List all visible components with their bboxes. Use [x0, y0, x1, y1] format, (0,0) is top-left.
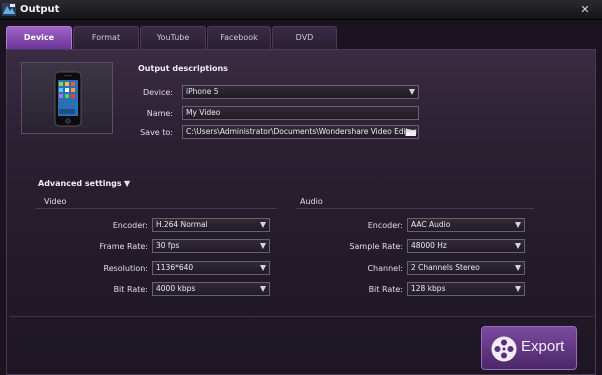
tab-dvd[interactable]: DVD — [272, 26, 337, 49]
resolution-select[interactable]: 1136*640 — [152, 261, 270, 275]
resolution-value: 1136*640 — [156, 263, 194, 272]
audio-bitrate-select[interactable]: 128 kbps — [407, 282, 525, 296]
audio-encoder-label: Encoder: — [367, 221, 403, 230]
device-select-value: iPhone 5 — [186, 87, 219, 96]
title-bar: Output ✕ — [0, 0, 602, 20]
film-icon — [491, 336, 517, 362]
dropdown-arrow-icon — [260, 243, 266, 249]
name-label: Name: — [146, 109, 173, 118]
video-bitrate-label: Bit Rate: — [113, 285, 148, 294]
export-button[interactable]: Export — [481, 326, 577, 370]
output-descriptions-heading: Output descriptions — [138, 64, 228, 73]
video-encoder-value: H.264 Normal — [156, 220, 208, 229]
audio-bitrate-label: Bit Rate: — [368, 285, 403, 294]
close-button[interactable]: ✕ — [578, 3, 592, 16]
tab-format[interactable]: Format — [73, 26, 139, 49]
name-input-value: My Video — [186, 108, 221, 117]
window-title: Output — [20, 4, 60, 15]
audio-bitrate-value: 128 kbps — [411, 284, 446, 293]
samplerate-select[interactable]: 48000 Hz — [407, 239, 525, 253]
tab-facebook[interactable]: Facebook — [207, 26, 271, 49]
saveto-label: Save to: — [140, 128, 173, 137]
channel-select[interactable]: 2 Channels Stereo — [407, 261, 525, 275]
saveto-input[interactable]: C:\Users\Administrator\Documents\Wonders… — [182, 125, 419, 139]
export-label: Export — [521, 338, 565, 355]
dropdown-arrow-icon — [409, 89, 415, 95]
framerate-value: 30 fps — [156, 241, 180, 250]
dropdown-arrow-icon — [260, 265, 266, 271]
tab-device[interactable]: Device — [6, 26, 72, 49]
tab-bar: Device Format YouTube Facebook DVD — [6, 26, 596, 49]
video-heading: Video — [44, 197, 67, 206]
folder-icon[interactable] — [405, 127, 417, 137]
dropdown-arrow-icon — [515, 222, 521, 228]
device-preview — [21, 62, 113, 134]
device-select[interactable]: iPhone 5 — [182, 85, 419, 99]
resolution-label: Resolution: — [103, 264, 149, 273]
advanced-toggle-icon[interactable]: ▼ — [124, 179, 130, 188]
dropdown-arrow-icon — [515, 265, 521, 271]
video-divider — [36, 208, 277, 209]
audio-encoder-value: AAC Audio — [411, 220, 451, 229]
video-bitrate-select[interactable]: 4000 kbps — [152, 282, 270, 296]
audio-encoder-select[interactable]: AAC Audio — [407, 218, 525, 232]
audio-heading: Audio — [300, 197, 323, 206]
video-bitrate-value: 4000 kbps — [156, 284, 196, 293]
framerate-select[interactable]: 30 fps — [152, 239, 270, 253]
audio-divider — [296, 208, 534, 209]
app-logo-icon — [2, 3, 16, 16]
device-label: Device: — [142, 88, 173, 97]
phone-icon — [54, 71, 82, 127]
video-encoder-select[interactable]: H.264 Normal — [152, 218, 270, 232]
video-encoder-label: Encoder: — [112, 221, 148, 230]
channel-value: 2 Channels Stereo — [411, 263, 480, 272]
name-input[interactable]: My Video — [182, 106, 419, 120]
samplerate-label: Sample Rate: — [349, 242, 403, 251]
dropdown-arrow-icon — [260, 222, 266, 228]
dropdown-arrow-icon — [260, 286, 266, 292]
tab-youtube[interactable]: YouTube — [140, 26, 206, 49]
advanced-settings-heading: Advanced settings — [38, 179, 122, 188]
framerate-label: Frame Rate: — [99, 242, 148, 251]
channel-label: Channel: — [367, 264, 403, 273]
saveto-input-value: C:\Users\Administrator\Documents\Wonders… — [186, 127, 417, 136]
dropdown-arrow-icon — [515, 243, 521, 249]
samplerate-value: 48000 Hz — [411, 241, 447, 250]
footer-divider — [10, 316, 594, 317]
dropdown-arrow-icon — [515, 286, 521, 292]
